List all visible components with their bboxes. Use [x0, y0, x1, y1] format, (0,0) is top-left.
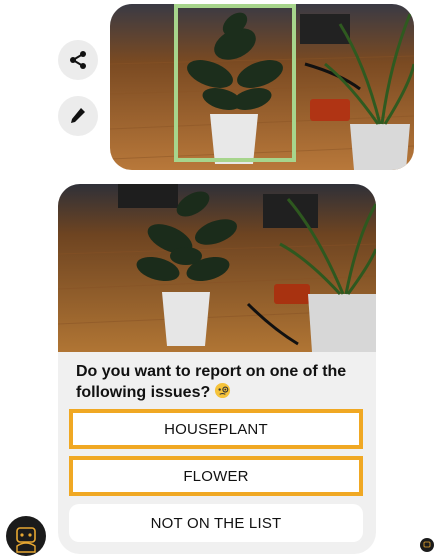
selection-box	[174, 4, 296, 162]
option-label: FLOWER	[183, 467, 249, 485]
edit-button[interactable]	[58, 96, 98, 136]
bot-face-icon	[423, 541, 431, 548]
bot-face-icon	[16, 527, 36, 553]
share-icon	[70, 51, 86, 69]
option-label: NOT ON THE LIST	[150, 514, 282, 532]
share-button[interactable]	[58, 40, 98, 80]
read-receipt-avatar	[420, 538, 434, 552]
chat-screen: Do you want to report on one of the foll…	[0, 0, 446, 560]
option-flower-button[interactable]: FLOWER	[69, 456, 363, 496]
pencil-icon	[71, 108, 85, 123]
bot-avatar	[6, 516, 46, 556]
face-with-monocle-icon	[215, 382, 231, 399]
option-houseplant-button[interactable]: HOUSEPLANT	[69, 409, 363, 449]
sent-photo-message[interactable]	[110, 4, 414, 170]
message-card: Do you want to report on one of the foll…	[58, 184, 376, 554]
option-not-on-list-button[interactable]: NOT ON THE LIST	[69, 504, 363, 542]
question-text: Do you want to report on one of the foll…	[76, 361, 366, 403]
option-label: HOUSEPLANT	[164, 420, 268, 438]
question-label: Do you want to report on one of the foll…	[76, 363, 347, 401]
card-photo	[58, 184, 376, 352]
